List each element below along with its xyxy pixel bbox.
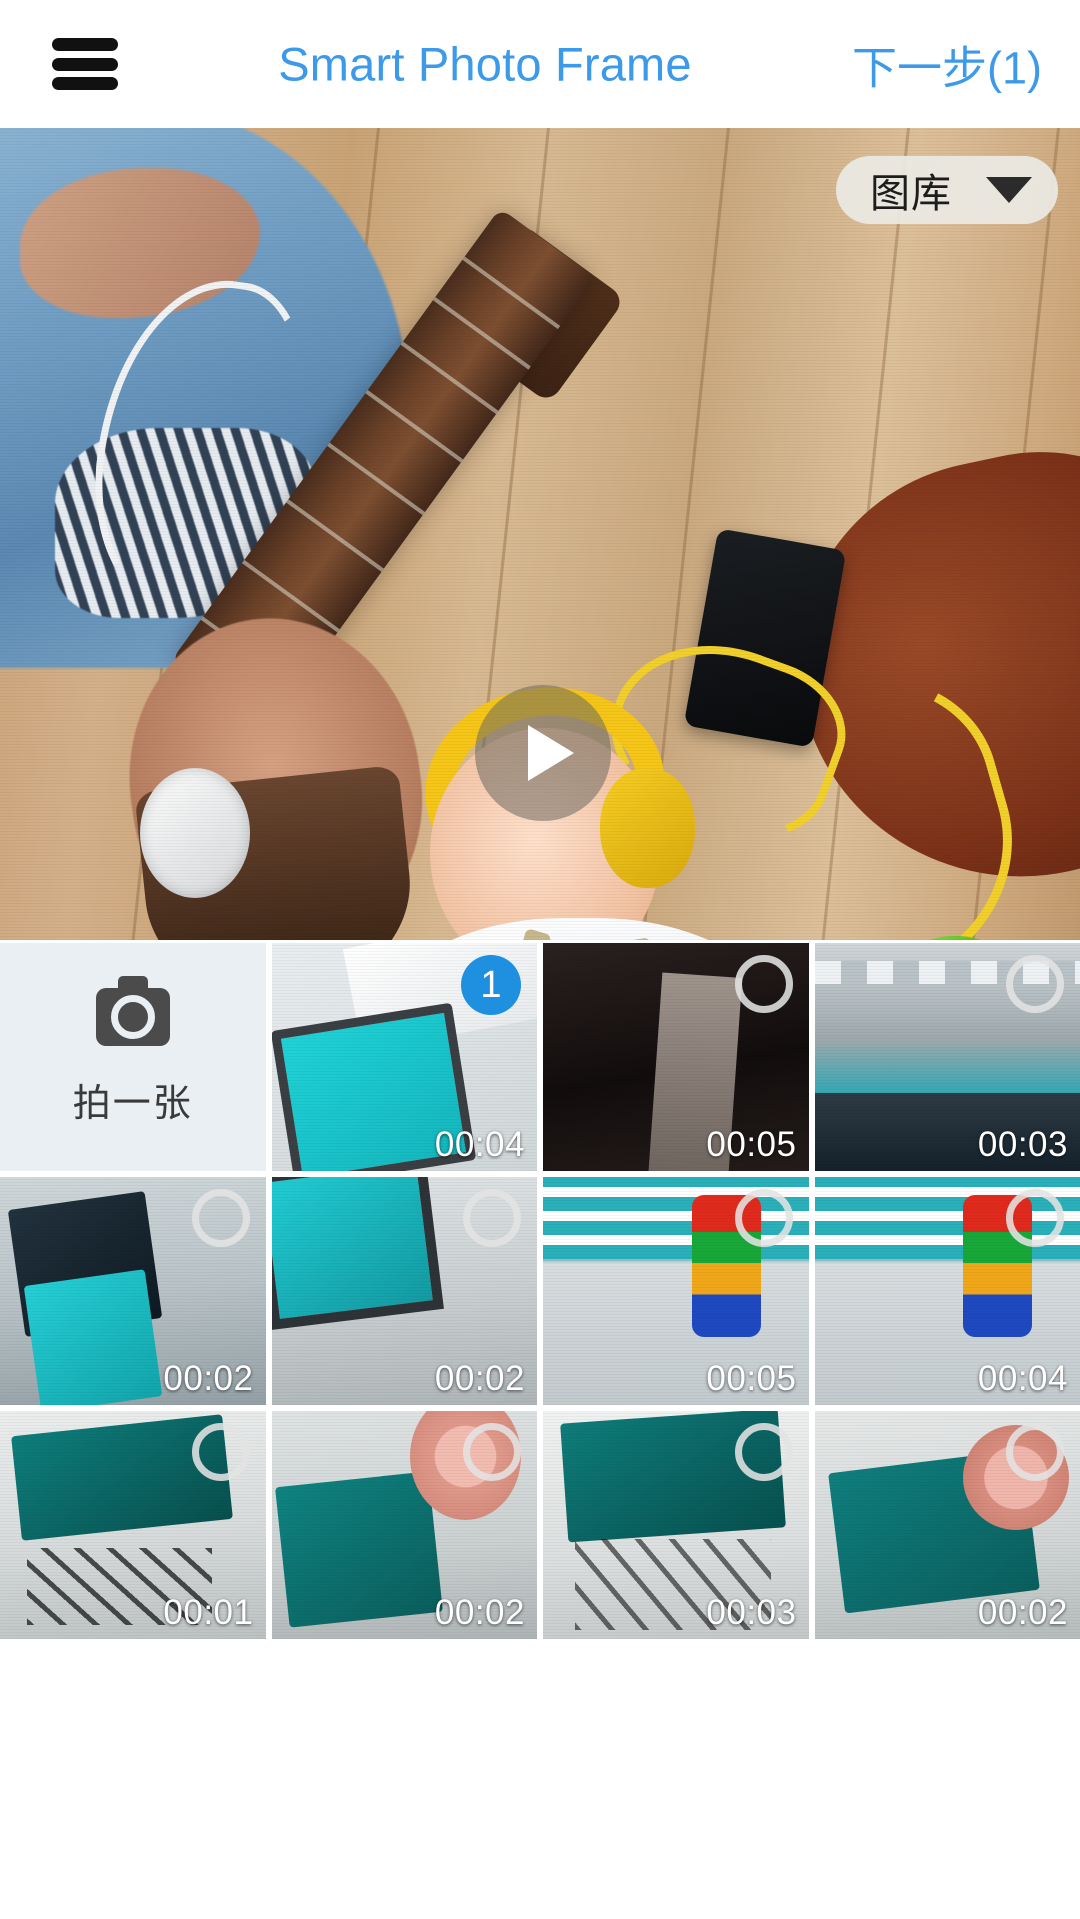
selection-circle-icon[interactable] [463, 1189, 521, 1247]
media-preview[interactable]: 图库 [0, 128, 1080, 940]
video-duration: 00:03 [706, 1593, 797, 1632]
media-thumbnail[interactable]: 00:04 [814, 1177, 1080, 1405]
take-photo-tile[interactable]: 拍一张 [0, 943, 266, 1171]
media-thumbnail[interactable]: 00:02 [271, 1177, 537, 1405]
media-thumbnail[interactable]: 00:02 [814, 1411, 1080, 1639]
selection-circle-icon[interactable] [1006, 955, 1064, 1013]
selection-circle-icon[interactable] [1006, 1189, 1064, 1247]
media-thumbnail[interactable]: 00:02 [0, 1177, 266, 1405]
media-source-label: 图库 [870, 172, 952, 216]
chevron-down-icon [986, 177, 1032, 203]
selection-badge[interactable]: 1 [461, 955, 521, 1015]
play-triangle [528, 725, 574, 781]
media-thumbnail[interactable]: 00:02 [271, 1411, 537, 1639]
selection-circle-icon[interactable] [1006, 1423, 1064, 1481]
video-duration: 00:02 [977, 1593, 1068, 1632]
selection-circle-icon[interactable] [734, 1189, 793, 1247]
media-source-dropdown[interactable]: 图库 [836, 156, 1058, 224]
top-app-bar: Smart Photo Frame 下一步(1) [0, 0, 1080, 128]
video-duration: 00:02 [434, 1359, 525, 1398]
video-duration: 00:02 [434, 1593, 525, 1632]
media-thumbnail[interactable]: 00:05 [543, 943, 809, 1171]
media-thumbnail[interactable]: 00:01 [0, 1411, 266, 1639]
media-grid: 拍一张 1 00:04 00:05 00:03 00:02 00:02 00:05 00:04… [0, 940, 1080, 1919]
camera-icon [95, 975, 170, 1046]
selection-circle-icon[interactable] [191, 1423, 250, 1481]
next-step-button[interactable]: 下一步(1) [852, 32, 1042, 97]
video-duration: 00:01 [163, 1593, 254, 1632]
video-duration: 00:03 [977, 1125, 1068, 1164]
video-duration: 00:04 [977, 1359, 1068, 1398]
media-thumbnail[interactable]: 1 00:04 [271, 943, 537, 1171]
app-root: Smart Photo Frame 下一步(1) 图库 拍一张 1 00:04 … [0, 0, 1080, 1919]
play-icon[interactable] [475, 685, 611, 821]
media-thumbnail[interactable]: 00:03 [814, 943, 1080, 1171]
video-duration: 00:02 [163, 1359, 254, 1398]
video-duration: 00:04 [434, 1125, 525, 1164]
selection-circle-icon[interactable] [191, 1189, 250, 1247]
media-thumbnail[interactable]: 00:03 [543, 1411, 809, 1639]
selection-circle-icon[interactable] [734, 955, 793, 1013]
video-duration: 00:05 [706, 1359, 797, 1398]
media-thumbnail[interactable]: 00:05 [543, 1177, 809, 1405]
selection-circle-icon[interactable] [463, 1423, 521, 1481]
take-photo-label: 拍一张 [72, 1082, 193, 1125]
selection-circle-icon[interactable] [734, 1423, 793, 1481]
video-duration: 00:05 [706, 1125, 797, 1164]
